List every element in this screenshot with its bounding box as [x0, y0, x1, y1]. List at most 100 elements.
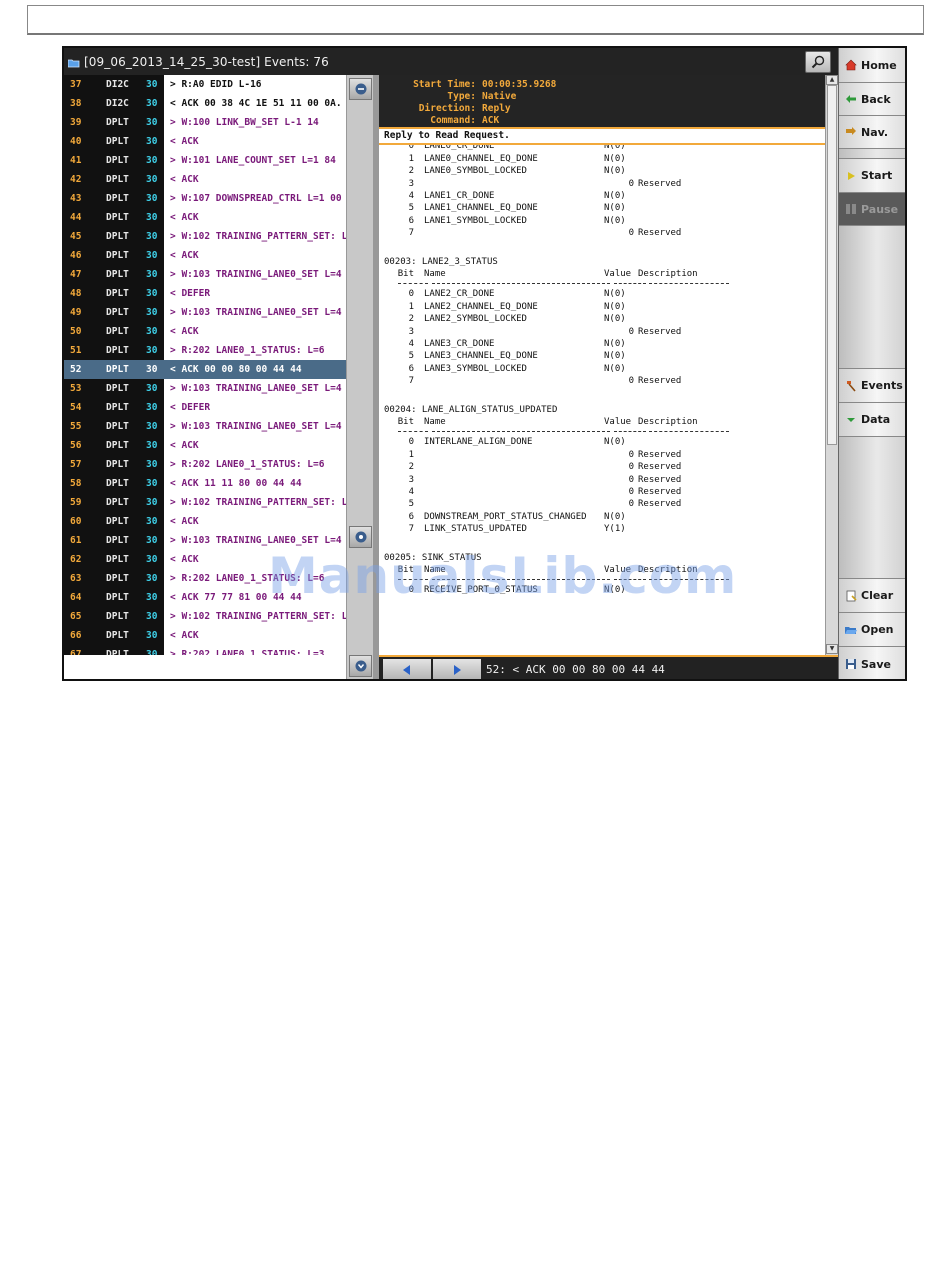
- event-number: 48: [64, 284, 102, 303]
- event-row[interactable]: 38 DI2C 30 < ACK 00 38 4C 1E 51 11 00 0A.: [64, 94, 346, 113]
- scroll-thumb[interactable]: [827, 85, 837, 445]
- event-data: < DEFER: [164, 398, 346, 417]
- bit-description: Reserved: [638, 449, 682, 460]
- event-row[interactable]: 59 DPLT 30 > W:102 TRAINING_PATTERN_SET: L: [64, 493, 346, 512]
- window-title: [09_06_2013_14_25_30-test] Events: 76: [84, 54, 329, 69]
- scroll-down-button[interactable]: [349, 655, 372, 677]
- event-row[interactable]: 52 DPLT 30 < ACK 00 00 80 00 44 44: [64, 360, 346, 379]
- event-protocol: DPLT: [102, 436, 146, 455]
- detail-header-key: Start Time:: [413, 79, 476, 90]
- bit-value: 0: [628, 486, 634, 497]
- event-row[interactable]: 49 DPLT 30 > W:103 TRAINING_LANE0_SET L=4: [64, 303, 346, 322]
- event-row[interactable]: 47 DPLT 30 > W:103 TRAINING_LANE0_SET L=4: [64, 265, 346, 284]
- scroll-up-button[interactable]: [349, 78, 372, 100]
- event-number: 42: [64, 170, 102, 189]
- event-number: 43: [64, 189, 102, 208]
- data-button[interactable]: Data: [839, 403, 905, 437]
- event-row[interactable]: 51 DPLT 30 > R:202 LANE0_1_STATUS: L=6: [64, 341, 346, 360]
- event-data: < ACK: [164, 246, 346, 265]
- detail-scrollbar[interactable]: ▲ ▼: [825, 75, 838, 655]
- arrow-right-icon: [454, 665, 461, 675]
- next-event-button[interactable]: [433, 659, 481, 679]
- event-row[interactable]: 65 DPLT 30 > W:102 TRAINING_PATTERN_SET: L: [64, 607, 346, 626]
- events-label: Events: [861, 379, 903, 392]
- column-header-bit: Bit: [397, 269, 414, 279]
- event-number: 44: [64, 208, 102, 227]
- save-button[interactable]: Save: [839, 647, 905, 679]
- event-row[interactable]: 58 DPLT 30 < ACK 11 11 80 00 44 44: [64, 474, 346, 493]
- event-row[interactable]: 39 DPLT 30 > W:100 LINK_BW_SET L-1 14: [64, 113, 346, 132]
- pause-button[interactable]: Pause: [839, 193, 905, 226]
- bit-name: LANE0_CHANNEL_EQ_DONE: [424, 153, 538, 164]
- event-data: > W:101 LANE_COUNT_SET L=1 84: [164, 151, 346, 170]
- event-protocol: DPLT: [102, 189, 146, 208]
- event-protocol: DI2C: [102, 75, 146, 94]
- event-row[interactable]: 53 DPLT 30 > W:103 TRAINING_LANE0_SET L=4: [64, 379, 346, 398]
- bit-index: 5: [408, 351, 414, 362]
- bit-value: N(0): [604, 166, 626, 177]
- event-protocol: DPLT: [102, 569, 146, 588]
- detail-header-value: Native: [482, 91, 517, 102]
- event-number: 39: [64, 113, 102, 132]
- dash-segment: [649, 283, 729, 285]
- event-row[interactable]: 43 DPLT 30 > W:107 DOWNSPREAD_CTRL L=1 00: [64, 189, 346, 208]
- event-row[interactable]: 50 DPLT 30 < ACK: [64, 322, 346, 341]
- clear-button[interactable]: Clear: [839, 579, 905, 613]
- event-data: > W:102 TRAINING_PATTERN_SET: L: [164, 227, 346, 246]
- bit-value: N(0): [604, 363, 626, 374]
- bit-name: [424, 474, 604, 486]
- bit-index: 6: [408, 363, 414, 374]
- event-row[interactable]: 54 DPLT 30 < DEFER: [64, 398, 346, 417]
- event-row[interactable]: 41 DPLT 30 > W:101 LANE_COUNT_SET L=1 84: [64, 151, 346, 170]
- scroll-down-arrow-icon[interactable]: ▼: [826, 644, 838, 654]
- event-row[interactable]: 46 DPLT 30 < ACK: [64, 246, 346, 265]
- register-bit-row: 4 0 Reserved: [384, 486, 824, 498]
- event-number: 58: [64, 474, 102, 493]
- event-protocol: DPLT: [102, 151, 146, 170]
- open-button[interactable]: Open: [839, 613, 905, 647]
- nav-button[interactable]: Nav.: [839, 116, 905, 149]
- bit-name: [424, 498, 604, 510]
- event-data: < ACK 00 38 4C 1E 51 11 00 0A.: [164, 94, 346, 113]
- bit-value: 0: [628, 376, 634, 387]
- bit-index: 6: [408, 511, 414, 522]
- register-bit-row: 7 LINK_STATUS_UPDATED Y(1): [384, 523, 824, 535]
- event-row[interactable]: 40 DPLT 30 < ACK: [64, 132, 346, 151]
- bit-name: INTERLANE_ALIGN_DONE: [424, 437, 533, 448]
- event-row[interactable]: 66 DPLT 30 < ACK: [64, 626, 346, 645]
- event-row[interactable]: 55 DPLT 30 > W:103 TRAINING_LANE0_SET L=4: [64, 417, 346, 436]
- scroll-up-arrow-icon[interactable]: ▲: [826, 75, 838, 85]
- back-button[interactable]: Back: [839, 83, 905, 116]
- previous-event-button[interactable]: [383, 659, 431, 679]
- scroll-position-button[interactable]: [349, 526, 372, 548]
- event-data: > W:103 TRAINING_LANE0_SET L=4: [164, 379, 346, 398]
- event-row[interactable]: 44 DPLT 30 < ACK: [64, 208, 346, 227]
- play-icon: [845, 170, 857, 182]
- bit-index: 7: [408, 376, 414, 387]
- event-number: 63: [64, 569, 102, 588]
- events-button[interactable]: Events: [839, 369, 905, 403]
- bit-index: 7: [408, 524, 414, 535]
- event-device: 30: [146, 417, 162, 436]
- home-label: Home: [861, 58, 897, 72]
- home-button[interactable]: Home: [839, 48, 905, 83]
- detail-header-key: Direction:: [418, 103, 476, 114]
- event-row[interactable]: 48 DPLT 30 < DEFER: [64, 284, 346, 303]
- event-row[interactable]: 56 DPLT 30 < ACK: [64, 436, 346, 455]
- event-protocol: DPLT: [102, 322, 146, 341]
- event-row[interactable]: 57 DPLT 30 > R:202 LANE0_1_STATUS: L=6: [64, 455, 346, 474]
- bit-name: LANE3_SYMBOL_LOCKED: [424, 363, 527, 374]
- bit-description: [638, 436, 824, 448]
- event-row[interactable]: 37 DI2C 30 > R:A0 EDID L-16: [64, 75, 346, 94]
- search-icon[interactable]: [805, 51, 831, 73]
- start-button[interactable]: Start: [839, 159, 905, 193]
- event-number: 40: [64, 132, 102, 151]
- bit-index: 2: [408, 462, 414, 473]
- event-row[interactable]: 60 DPLT 30 < ACK: [64, 512, 346, 531]
- bit-name: LANE0_CR_DONE: [424, 145, 495, 152]
- event-row[interactable]: 45 DPLT 30 > W:102 TRAINING_PATTERN_SET: L: [64, 227, 346, 246]
- event-number: 56: [64, 436, 102, 455]
- bit-name: LANE1_CHANNEL_EQ_DONE: [424, 203, 538, 214]
- event-number: 51: [64, 341, 102, 360]
- event-row[interactable]: 42 DPLT 30 < ACK: [64, 170, 346, 189]
